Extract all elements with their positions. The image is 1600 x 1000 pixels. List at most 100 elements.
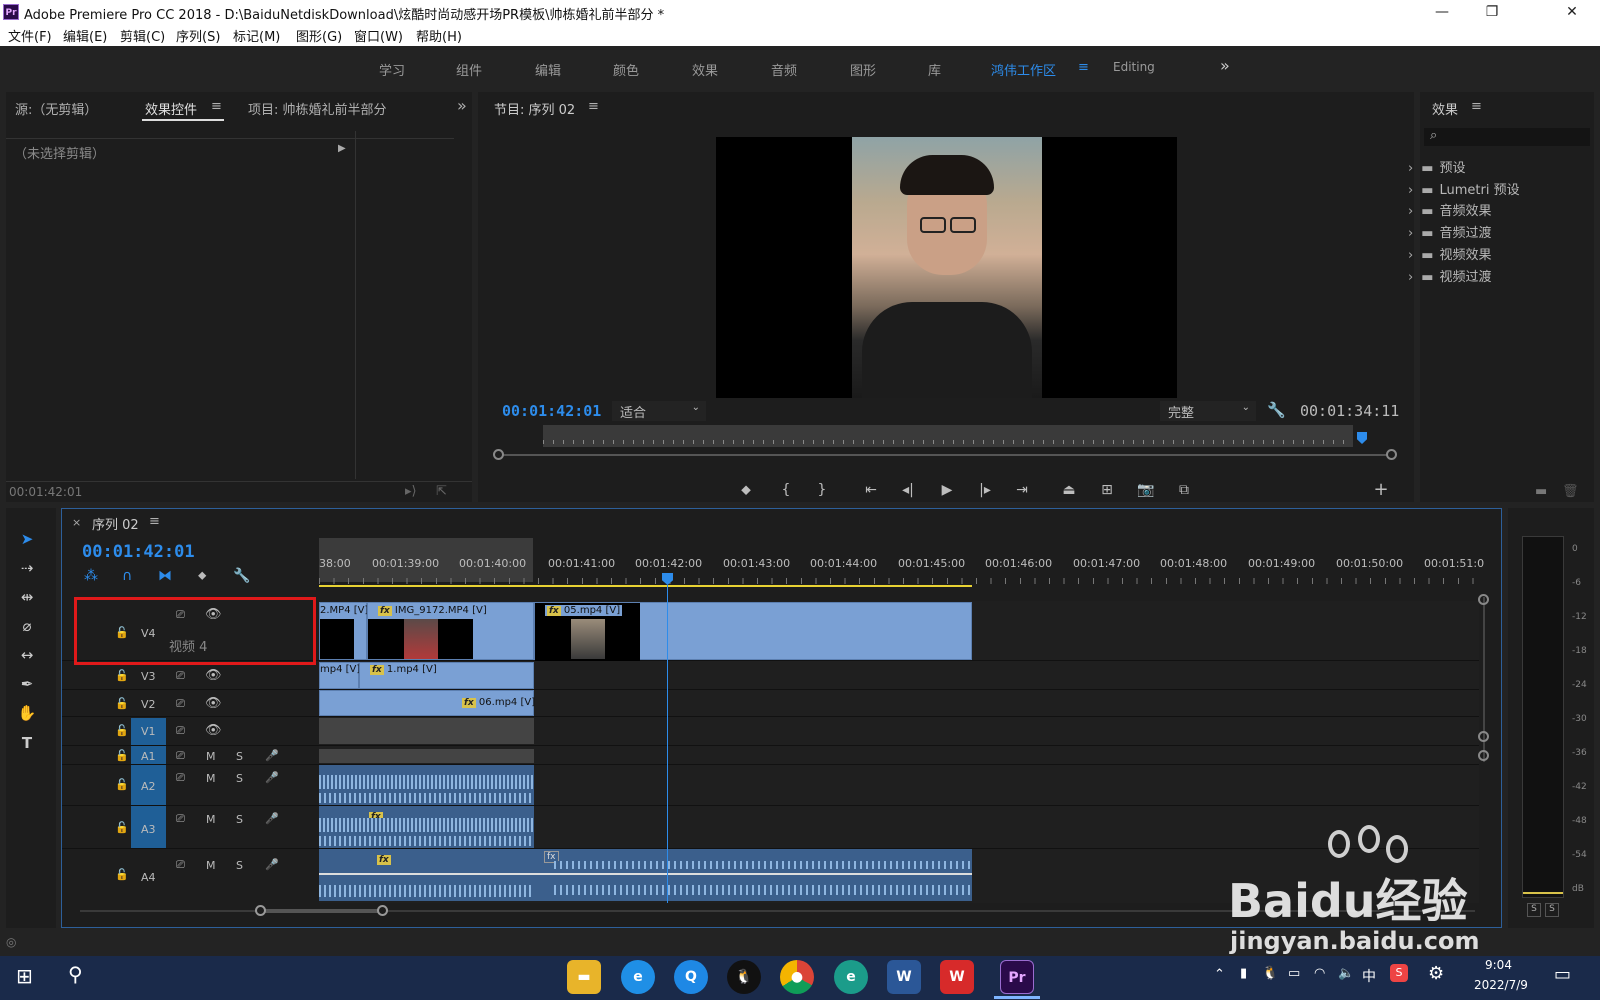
add-marker-icon[interactable]: ⬥ [198,568,206,583]
track-select-tool-icon[interactable]: ⇢ [14,556,40,580]
scroll-handle[interactable] [1478,594,1489,605]
clip-v4-b[interactable]: fx IMG_9172.MP4 [V] [367,602,534,660]
nest-toggle-icon[interactable]: ⁂ [84,568,98,584]
eye-icon[interactable]: 👁 [205,723,222,738]
sync-lock-icon[interactable]: ⎚ [176,724,185,738]
volume-icon[interactable]: 🔈 [1338,966,1354,981]
zoom-handle-left[interactable] [493,449,504,460]
step-back-icon[interactable]: ◂| [897,480,919,500]
solo-left-button[interactable]: S [1527,903,1541,917]
menu-sequence[interactable]: 序列(S) [176,26,220,45]
program-timecode[interactable]: 00:01:42:01 [502,402,601,420]
snap-magnet-icon[interactable]: ∩ [122,568,132,584]
effects-item-presets[interactable]: › ▬ 预设 [1408,157,1578,178]
sequence-menu-icon[interactable]: ≡ [149,514,160,529]
lock-icon[interactable]: 🔓 [115,669,129,682]
tab-menu-icon[interactable]: ≡ [211,99,222,114]
workspace-color[interactable]: 颜色 [613,60,639,79]
zoom-scrollbar[interactable] [498,454,1394,456]
lock-icon[interactable]: 🔓 [115,626,129,639]
pen-tool-icon[interactable]: ✒ [14,672,40,696]
clip-v2-a[interactable]: fx 06.mp4 [V] [319,690,535,716]
menu-marker[interactable]: 标记(M) [233,26,280,45]
linked-selection-icon[interactable]: ⧓ [158,568,172,584]
workspace-menu-icon[interactable]: ≡ [1078,60,1089,75]
new-bin-icon[interactable]: ▬ [1535,484,1547,499]
workspace-audio[interactable]: 音频 [771,60,797,79]
qq-browser-icon[interactable]: Q [674,960,708,994]
ime-indicator[interactable]: 中 [1362,966,1376,986]
eye-icon[interactable]: 👁 [205,696,222,711]
quality-select[interactable]: 完整 ⌄ [1160,401,1256,421]
lock-icon[interactable]: 🔓 [115,724,129,737]
panel-overflow-icon[interactable]: » [457,96,467,115]
go-to-out-icon[interactable]: ⇥ [1011,480,1033,500]
sync-lock-icon[interactable]: ⎚ [176,771,185,785]
sync-lock-icon[interactable]: ⎚ [176,697,185,711]
eye-icon[interactable]: 👁 [205,607,222,622]
audio-clip-a4-a[interactable]: fx [319,849,534,901]
slip-tool-icon[interactable]: ↔ [14,643,40,667]
microphone-icon[interactable]: 🎤 [265,812,279,825]
menu-graphics[interactable]: 图形(G) [296,26,342,45]
effects-search-input[interactable]: ⌕ [1424,128,1590,146]
type-tool-icon[interactable]: T [14,731,40,755]
go-to-in-icon[interactable]: ⇤ [860,480,882,500]
mark-in-icon[interactable]: { [775,480,797,500]
solo-button[interactable]: S [236,859,243,872]
razor-tool-icon[interactable]: ⌀ [14,614,40,638]
effects-menu-icon[interactable]: ≡ [1471,99,1482,114]
clip-v3-a[interactable]: mp4 [V] [319,662,360,689]
menu-window[interactable]: 窗口(W) [354,26,403,45]
windows-start-icon[interactable]: ⊞ [16,964,33,988]
lock-icon[interactable]: 🔓 [115,778,129,791]
filter-icon[interactable]: ▸⟩ [405,484,417,499]
expand-arrow-icon[interactable]: ▶ [338,143,346,154]
tray-expand-icon[interactable]: ⌃ [1214,967,1225,982]
wifi-icon[interactable]: ◠ [1314,966,1325,981]
sync-lock-icon[interactable]: ⎚ [176,749,185,763]
audio-clip-a3[interactable]: fx [319,806,534,848]
selection-tool-icon[interactable]: ➤ [14,527,40,551]
menu-file[interactable]: 文件(F) [8,26,52,45]
scroll-handle[interactable] [1478,750,1489,761]
chrome-icon[interactable]: ● [780,960,814,994]
export-frame-icon[interactable]: 📷 [1135,480,1157,500]
sync-lock-icon[interactable]: ⎚ [176,608,185,622]
mute-button[interactable]: M [206,813,216,826]
mute-button[interactable]: M [206,859,216,872]
notification-icon[interactable]: ▭ [1554,964,1571,985]
effects-item-video-effects[interactable]: › ▬ 视频效果 [1408,244,1578,265]
menu-help[interactable]: 帮助(H) [416,26,462,45]
timeline-timecode[interactable]: 00:01:42:01 [82,542,195,562]
solo-button[interactable]: S [236,813,243,826]
tab-effect-controls[interactable]: 效果控件 [145,99,197,118]
battery-icon[interactable]: ▭ [1288,966,1300,981]
microphone-icon[interactable]: 🎤 [265,858,279,871]
effects-item-video-transitions[interactable]: › ▬ 视频过渡 [1408,266,1578,287]
workspace-editing-en[interactable]: Editing [1113,60,1155,74]
ripple-edit-tool-icon[interactable]: ⇹ [14,585,40,609]
scroll-handle[interactable] [1478,731,1489,742]
tray-device-icon[interactable]: ▮ [1240,966,1247,981]
comparison-view-icon[interactable]: ⧉ [1173,480,1195,500]
search-icon[interactable]: ⚲ [68,962,83,986]
tab-source[interactable]: 源:（无剪辑） [15,99,97,118]
hand-tool-icon[interactable]: ✋ [14,701,40,725]
effects-item-audio-effects[interactable]: › ▬ 音频效果 [1408,200,1578,221]
zoom-select[interactable]: 适合 ⌄ [612,401,706,421]
scroll-handle-right[interactable] [377,905,388,916]
menu-clip[interactable]: 剪辑(C) [120,26,165,45]
step-forward-icon[interactable]: |▸ [974,480,996,500]
workspace-effects[interactable]: 效果 [692,60,718,79]
audio-clip-a2[interactable] [319,765,534,805]
ie-browser-icon[interactable]: e [621,960,655,994]
effects-item-lumetri[interactable]: › ▬ Lumetri 预设 [1408,179,1578,200]
extract-icon[interactable]: ⊞ [1096,480,1118,500]
sync-lock-icon[interactable]: ⎚ [176,812,185,826]
lift-icon[interactable]: ⏏ [1058,480,1080,500]
wps-icon[interactable]: W [940,960,974,994]
clock-time[interactable]: 9:04 [1485,958,1512,972]
zoom-handle-right[interactable] [1386,449,1397,460]
close-button[interactable]: ✕ [1552,2,1592,22]
